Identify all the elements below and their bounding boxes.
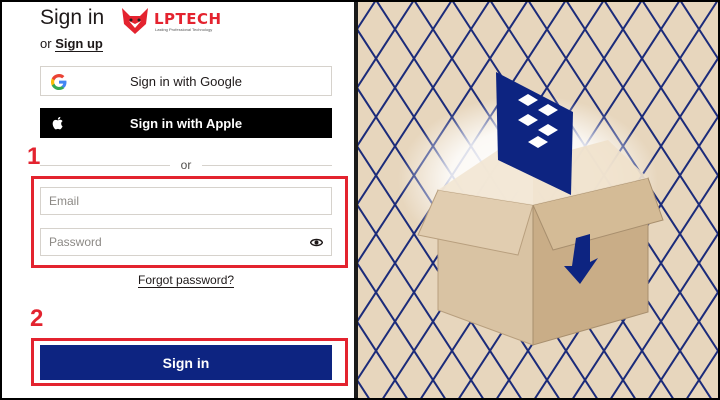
divider-line [202, 165, 332, 166]
annotation-step-2: 2 [30, 305, 44, 332]
apple-signin-label: Sign in with Apple [129, 115, 243, 131]
or-divider: or [40, 158, 332, 172]
annotation-box-signin [31, 338, 348, 386]
signup-row: or Sign up [40, 36, 103, 52]
annotation-step-1: 1 [27, 143, 41, 170]
apple-icon [52, 116, 63, 130]
illustration-panel [354, 0, 720, 400]
brand-tagline: Lasting Professional Technology [155, 27, 213, 32]
or-text: or [40, 36, 52, 51]
fox-logo-icon [122, 8, 148, 34]
signin-panel: Sign in LPTECH Lasting Professional Tech… [0, 0, 354, 400]
google-signin-label: Sign in with Google [129, 73, 242, 89]
annotation-box-credentials [31, 176, 348, 268]
google-signin-button[interactable]: Sign in with Google [40, 66, 332, 96]
dropbox-box-illustration [358, 0, 720, 400]
brand-logo: LPTECH Lasting Professional Technology [118, 4, 230, 36]
apple-signin-button[interactable]: Sign in with Apple [40, 108, 332, 138]
google-g-icon [51, 74, 67, 90]
forgot-password-link[interactable]: Forgot password? [138, 273, 235, 288]
brand-name: LPTECH [154, 10, 222, 28]
signup-link[interactable]: Sign up [55, 36, 103, 52]
page-title: Sign in [40, 6, 105, 29]
